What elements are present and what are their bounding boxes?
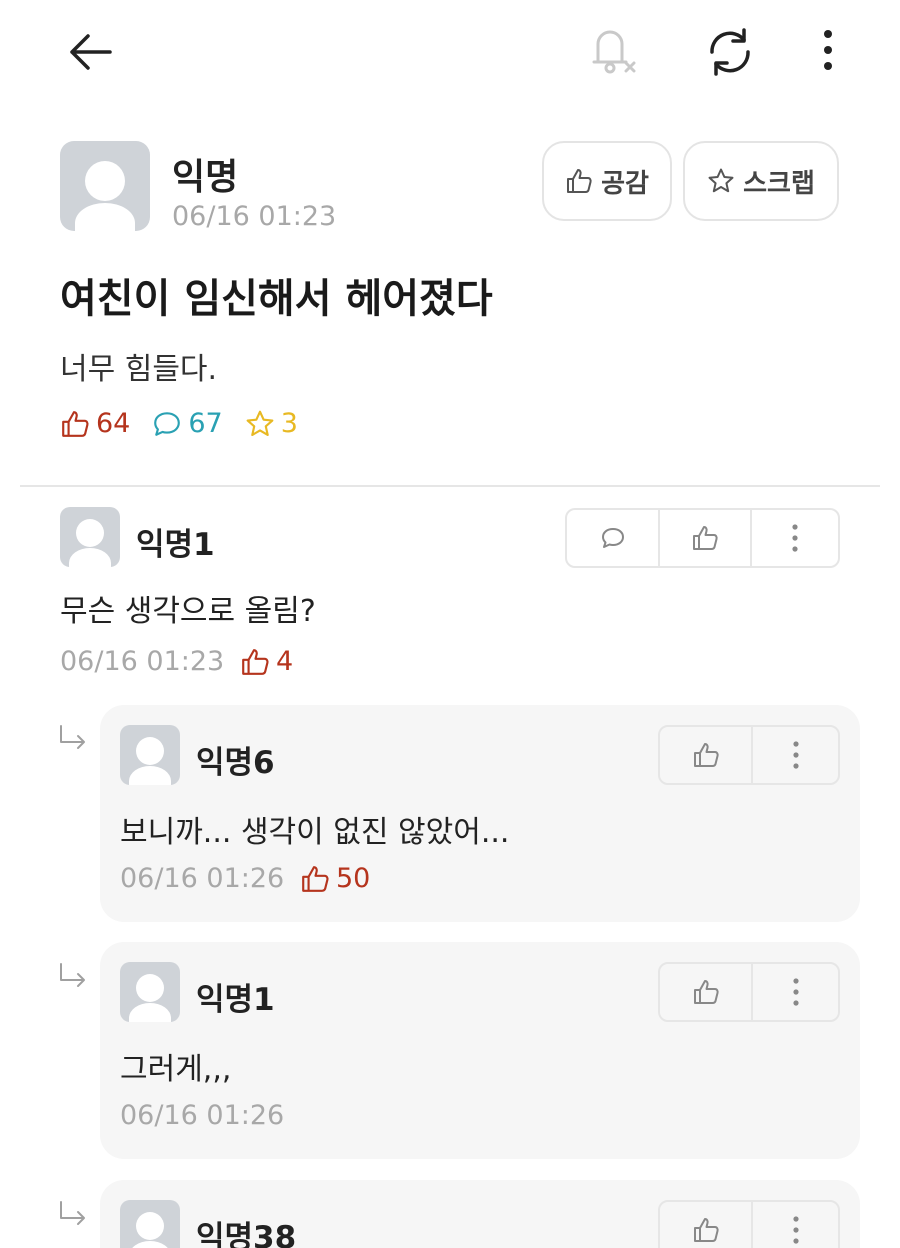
- post-divider: [20, 485, 880, 487]
- more-vertical-icon[interactable]: [816, 28, 840, 72]
- comment-like-button[interactable]: [660, 964, 751, 1020]
- star-icon: [707, 167, 735, 195]
- comment-count: 67: [152, 408, 223, 439]
- thumbs-up-icon: [565, 167, 593, 195]
- post-time: 06/16 01:23: [172, 201, 337, 232]
- comment-avatar: [60, 507, 120, 567]
- comment-actions: [658, 725, 840, 785]
- comment-like-button[interactable]: [658, 510, 750, 566]
- reply-arrow-icon: [58, 724, 88, 752]
- comment-like-count: 50: [300, 863, 370, 894]
- scrap-button[interactable]: 스크랩: [683, 141, 839, 221]
- comment-avatar: [120, 725, 180, 785]
- thumbs-up-icon: [691, 524, 719, 552]
- comment-avatar: [120, 1200, 180, 1248]
- post-body: 너무 힘들다.: [60, 352, 218, 387]
- comment-like-button[interactable]: [660, 1202, 751, 1248]
- comment-time: 06/16 01:23: [60, 646, 225, 677]
- reply-button[interactable]: [567, 510, 658, 566]
- thumbs-up-icon: [692, 978, 720, 1006]
- back-arrow-icon[interactable]: [64, 28, 116, 76]
- bell-off-icon[interactable]: [584, 22, 640, 78]
- thumbs-up-icon: [240, 647, 270, 677]
- empathy-label: 공감: [601, 168, 649, 199]
- post-stats: 64 67 3: [60, 408, 320, 439]
- comment-author: 익명38: [196, 1220, 297, 1248]
- comment-more-button[interactable]: [750, 510, 838, 566]
- comment-actions: [565, 508, 840, 568]
- comment-actions: [658, 1200, 840, 1248]
- post-author-avatar: [60, 141, 150, 231]
- reply-arrow-icon: [58, 1200, 88, 1228]
- speech-bubble-icon: [152, 409, 182, 439]
- speech-bubble-icon: [599, 524, 627, 552]
- comment-text: 무슨 생각으로 올림?: [60, 594, 316, 629]
- comment-time: 06/16 01:26: [120, 1100, 285, 1131]
- comment-author: 익명1: [196, 982, 275, 1018]
- top-bar: [0, 0, 900, 110]
- post-title: 여친이 임신해서 헤어졌다: [60, 276, 493, 322]
- refresh-icon[interactable]: [702, 24, 758, 80]
- scrap-label: 스크랩: [743, 168, 815, 199]
- more-vertical-icon: [791, 977, 801, 1007]
- scrap-count: 3: [245, 408, 298, 439]
- comment-more-button[interactable]: [751, 964, 838, 1020]
- post-author-name: 익명: [172, 157, 239, 198]
- comment-actions: [658, 962, 840, 1022]
- more-vertical-icon: [790, 523, 800, 553]
- reply-card: 익명1 그러게,,, 06/16 01:26: [100, 942, 860, 1159]
- more-vertical-icon: [791, 1215, 801, 1245]
- thumbs-up-icon: [300, 864, 330, 894]
- comment-more-button[interactable]: [751, 1202, 838, 1248]
- thumbs-up-icon: [692, 741, 720, 769]
- more-vertical-icon: [791, 740, 801, 770]
- comment-like-button[interactable]: [660, 727, 751, 783]
- comment-more-button[interactable]: [751, 727, 838, 783]
- reply-card: 익명6 보니까... 생각이 없진 않았어... 06/16 01:26 50: [100, 705, 860, 922]
- like-count: 64: [60, 408, 130, 439]
- comment-avatar: [120, 962, 180, 1022]
- reply-card: 익명38: [100, 1180, 860, 1248]
- thumbs-up-icon: [60, 409, 90, 439]
- comment-text: 보니까... 생각이 없진 않았어...: [120, 815, 510, 850]
- comment-time: 06/16 01:26: [120, 863, 285, 894]
- reply-arrow-icon: [58, 962, 88, 990]
- empathy-button[interactable]: 공감: [542, 141, 672, 221]
- comment-text: 그러게,,,: [120, 1052, 232, 1087]
- comment-like-count: 4: [240, 646, 293, 677]
- comment-author: 익명6: [196, 745, 275, 781]
- thumbs-up-icon: [692, 1216, 720, 1244]
- star-icon: [245, 409, 275, 439]
- comment-author: 익명1: [136, 527, 215, 563]
